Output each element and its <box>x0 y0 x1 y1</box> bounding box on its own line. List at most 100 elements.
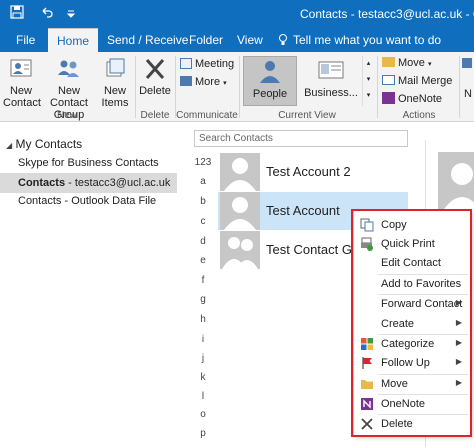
mail-merge-button[interactable]: Mail Merge <box>382 74 452 88</box>
index-p[interactable]: p <box>193 428 213 439</box>
index-d[interactable]: d <box>193 236 213 247</box>
ribbon-separator <box>175 56 176 118</box>
current-view-group-label: Current View <box>278 110 336 121</box>
chevron-up-icon: ▴ <box>366 60 371 67</box>
delete-button[interactable]: Delete <box>138 56 172 108</box>
tab-send-receive[interactable]: Send / Receive <box>107 28 188 52</box>
contact-name: Test Account <box>266 203 340 218</box>
actions-group-label: Actions <box>402 110 436 121</box>
delete-group-label: Delete <box>140 110 170 121</box>
tell-me-input[interactable]: Tell me what you want to do <box>293 28 441 52</box>
new-items-label: New Items <box>101 85 129 109</box>
index-g[interactable]: g <box>193 294 213 305</box>
folder-contacts-outlook-data-file[interactable]: Contacts - Outlook Data File <box>18 195 156 207</box>
view-people-button[interactable]: People <box>243 56 297 106</box>
chevron-down-icon: ▾ <box>366 76 371 83</box>
new-items-button[interactable]: New Items <box>98 56 132 109</box>
folder-name: Contacts <box>18 177 66 189</box>
people-label: People <box>252 88 288 100</box>
meeting-icon <box>180 58 192 69</box>
contact-card[interactable]: Test Account 2 <box>218 153 408 191</box>
avatar-group-placeholder-icon <box>220 231 260 269</box>
more-label: More <box>195 76 221 88</box>
onenote-label: OneNote <box>398 93 443 105</box>
new-contact-label: New Contact <box>3 85 41 109</box>
mail-merge-label: Mail Merge <box>398 75 453 87</box>
index-o[interactable]: o <box>193 409 213 420</box>
collapse-triangle-icon: ◢ <box>6 141 13 150</box>
search-contacts-input[interactable]: Search Contacts <box>194 130 408 147</box>
folder-account: - Outlook Data File <box>61 195 157 207</box>
folder-contacts-testacc3[interactable]: Contacts - testacc3@ucl.ac.uk <box>18 177 170 189</box>
tell-me-icon[interactable] <box>278 28 288 52</box>
people-icon <box>260 61 280 83</box>
undo-icon[interactable] <box>38 5 56 23</box>
ribbon-separator <box>135 56 136 118</box>
contact-card-icon <box>10 59 32 77</box>
business-card-icon <box>318 61 344 79</box>
new-contact-button[interactable]: New Contact <box>2 56 41 109</box>
tab-home[interactable]: Home <box>48 28 99 52</box>
index-c[interactable]: c <box>193 216 213 227</box>
ribbon-separator <box>377 56 378 118</box>
move-button[interactable]: Move ▾ <box>382 56 431 72</box>
folder-account: - testacc3@ucl.ac.uk <box>65 177 171 189</box>
title-bar: Contacts - testacc3@ucl.ac.uk - Outlook <box>0 0 474 28</box>
avatar-placeholder-icon <box>220 153 260 191</box>
onenote-icon <box>382 92 395 104</box>
folder-skype-contacts[interactable]: Skype for Business Contacts <box>18 157 159 169</box>
folder-pane: ◢ My Contacts Skype for Business Contact… <box>0 123 182 447</box>
tab-folder[interactable]: Folder <box>189 28 223 52</box>
index-a[interactable]: a <box>193 176 213 187</box>
ribbon-separator <box>239 56 240 118</box>
mail-merge-icon <box>382 75 395 85</box>
move-icon <box>382 57 395 67</box>
onenote-button[interactable]: OneNote <box>382 92 442 106</box>
meeting-label: Meeting <box>195 58 235 70</box>
meeting-button[interactable]: Meeting <box>180 57 234 71</box>
index-123[interactable]: 123 <box>193 157 213 168</box>
index-f[interactable]: f <box>193 275 213 286</box>
dropdown-arrow-icon: ▾ <box>223 80 227 87</box>
view-gallery-scroll[interactable]: ▴ ▾ ▾ <box>362 56 374 106</box>
new-items-icon <box>106 58 125 77</box>
more-icon <box>180 76 192 86</box>
expand-gallery-icon: ▾ <box>366 92 371 99</box>
index-h[interactable]: h <box>193 314 213 325</box>
ribbon-tabs: File Home Send / Receive Folder View Tel… <box>0 28 474 52</box>
index-b[interactable]: b <box>193 196 213 207</box>
window-title: Contacts - testacc3@ucl.ac.uk - Outlook <box>300 7 474 21</box>
index-k[interactable]: k <box>193 372 213 383</box>
new-contact-group-button[interactable]: New Contact Group <box>40 56 98 121</box>
contact-name: Test Contact Gro <box>266 242 364 257</box>
ribbon-separator <box>459 56 460 118</box>
avatar-placeholder-icon <box>220 192 260 230</box>
dropdown-arrow-icon: ▾ <box>427 61 432 68</box>
my-contacts-label: My Contacts <box>15 137 83 151</box>
delete-label: Delete <box>139 85 171 97</box>
index-l[interactable]: l <box>193 391 213 402</box>
save-icon[interactable] <box>8 5 26 23</box>
business-label: Business... <box>304 87 358 99</box>
contact-name: Test Account 2 <box>266 164 351 179</box>
delete-x-icon <box>145 59 165 79</box>
more-communicate-button[interactable]: More ▾ <box>180 75 227 91</box>
index-e[interactable]: e <box>193 255 213 266</box>
my-contacts-header[interactable]: ◢ My Contacts <box>6 137 82 151</box>
contact-photo-icon <box>438 152 474 212</box>
customize-icon[interactable] <box>62 5 80 23</box>
view-business-card-button[interactable]: Business... <box>304 56 358 106</box>
new-group-label: New <box>56 110 77 121</box>
index-i[interactable]: i <box>193 334 213 345</box>
move-label: Move <box>398 57 425 69</box>
folder-name: Contacts <box>18 195 62 207</box>
tab-view[interactable]: View <box>237 28 263 52</box>
communicate-group-label: Communicate <box>176 110 238 121</box>
contact-group-icon <box>58 60 79 77</box>
outlook-window: Contacts - testacc3@ucl.ac.uk - Outlook … <box>0 0 474 447</box>
overflow-label: N <box>464 88 472 100</box>
overflow-icon[interactable]: N <box>462 58 474 100</box>
index-j[interactable]: j <box>193 353 213 364</box>
annotation-highlight-box <box>351 209 472 437</box>
tab-file[interactable]: File <box>16 28 35 52</box>
